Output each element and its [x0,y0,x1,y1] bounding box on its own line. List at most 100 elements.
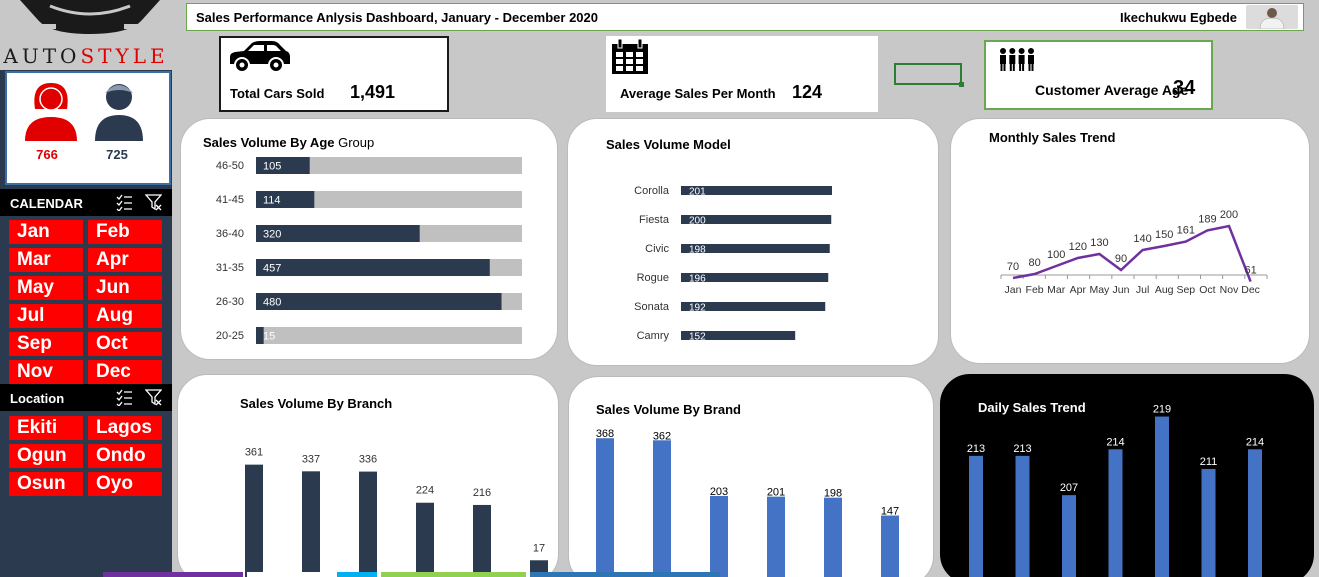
kpi-total-cars-sold: Total Cars Sold 1,491 [219,36,449,112]
calendar-icon [612,38,648,74]
tick-label: Feb [1026,284,1044,296]
logo-text: AUTOSTYLE [0,44,172,68]
tick-label: 31-35 [216,262,244,274]
data-label: 198 [689,245,706,256]
tick-label: Mar [1047,284,1066,296]
data-label: 196 [689,274,706,285]
bar [359,471,377,577]
data-label: 213 [1013,443,1031,455]
data-label: 192 [689,303,706,314]
sheet-tab[interactable] [247,572,327,577]
dashboard-header: Sales Performance Anlysis Dashboard, Jan… [186,3,1304,31]
bar [1015,455,1030,577]
month-button-aug[interactable]: Aug [88,304,162,328]
bar [881,515,899,577]
age-group-bar-chart: 46-50 105 41-45 114 36-40 320 31-35 457 26-30 480… [216,157,522,344]
month-button-apr[interactable]: Apr [88,248,162,272]
data-label: 203 [710,486,728,498]
data-label: 100 [1047,249,1065,261]
sheet-tab[interactable] [103,572,243,577]
clear-filter-icon[interactable] [145,389,162,406]
month-button-dec[interactable]: Dec [88,360,162,384]
month-button-sep[interactable]: Sep [9,332,83,356]
bar [596,438,614,577]
multi-select-icon[interactable] [116,194,133,211]
bar [1155,416,1169,577]
female-user-icon [25,83,77,141]
data-label: 207 [1060,482,1078,494]
data-label: 120 [1069,241,1087,253]
data-label: 320 [263,229,281,241]
data-label: 336 [359,454,377,466]
month-button-jan[interactable]: Jan [9,220,83,244]
location-slicer-title: Location [10,391,65,406]
selected-cell[interactable] [894,63,964,87]
sheet-tab[interactable] [337,572,377,577]
brand-bar-chart: 368 362 203 201 198 147 [596,428,899,577]
location-button-lagos[interactable]: Lagos [88,416,162,440]
kpi-customer-average-age: Customer Average Age 34 [984,40,1213,110]
tick-label: Nov [1220,284,1239,296]
month-button-jun[interactable]: Jun [88,276,162,300]
tick-label: Aug [1155,284,1174,296]
calendar-slicer-title: CALENDAR [10,196,83,211]
branch-bar-chart: 361 337 336 224 216 17 [245,447,548,577]
multi-select-icon[interactable] [116,389,133,406]
location-button-ogun[interactable]: Ogun [9,444,83,468]
kpi-avg-value: 124 [792,82,823,102]
avatar [1246,5,1298,29]
month-button-nov[interactable]: Nov [9,360,83,384]
tick-label: Sonata [634,301,670,313]
location-button-ondo[interactable]: Ondo [88,444,162,468]
bar [1248,449,1262,577]
male-user-icon [95,84,143,141]
month-button-oct[interactable]: Oct [88,332,162,356]
kpi-cars-label: Total Cars Sold [230,86,325,101]
data-label: 161 [1177,225,1195,237]
data-label: 90 [1115,253,1127,265]
tick-label: May [1089,284,1110,296]
chart-monthly-trend: Monthly Sales Trend 70 80 100 120 130 90 140 15… [950,118,1310,364]
month-button-mar[interactable]: Mar [9,248,83,272]
month-button-feb[interactable]: Feb [88,220,162,244]
female-count: 766 [36,147,58,162]
data-label: 362 [653,430,671,442]
data-label: 152 [689,332,706,343]
page-title: Sales Performance Anlysis Dashboard, Jan… [196,10,598,25]
data-label: 189 [1198,213,1216,225]
tick-label: Jun [1113,284,1130,296]
sheet-tab[interactable] [381,572,526,577]
author-name: Ikechukwu Egbede [1119,10,1237,25]
month-button-jul[interactable]: Jul [9,304,83,328]
data-label: 80 [1028,257,1040,269]
tick-label: Rogue [637,272,669,284]
tick-label: Apr [1070,284,1087,296]
bar [416,502,434,577]
location-button-osun[interactable]: Osun [9,472,83,496]
clear-filter-icon[interactable] [145,194,162,211]
data-label: 15 [263,331,275,343]
data-label: 201 [689,187,706,198]
sheet-tab[interactable] [530,572,720,577]
location-button-oyo[interactable]: Oyo [88,472,162,496]
people-group-icon [1000,48,1034,71]
tick-label: Corolla [634,185,670,197]
chart-age-group: Sales Volume By Age Group 46-50 105 41-45 1… [180,118,558,360]
data-label: 214 [1246,436,1264,448]
data-label: 337 [302,453,320,465]
location-slicer-header: Location [0,384,172,411]
tick-label: Sep [1176,284,1195,296]
chart-brand: Sales Volume By Brand 368 362 203 201 198 147 [568,376,934,577]
month-button-may[interactable]: May [9,276,83,300]
bar [969,455,983,577]
calendar-slicer: Jan Feb Mar Apr May Jun Jul Aug Sep Oct Nov Dec [9,220,162,384]
data-label: 214 [1106,436,1124,448]
data-label: 114 [263,195,281,207]
bar [1108,449,1123,577]
location-button-ekiti[interactable]: Ekiti [9,416,83,440]
data-label: 200 [689,216,706,227]
data-label: 70 [1007,261,1019,273]
tick-label: Oct [1199,284,1215,296]
bar-track [256,327,522,344]
kpi-age-label: Customer Average Age [1035,82,1189,98]
